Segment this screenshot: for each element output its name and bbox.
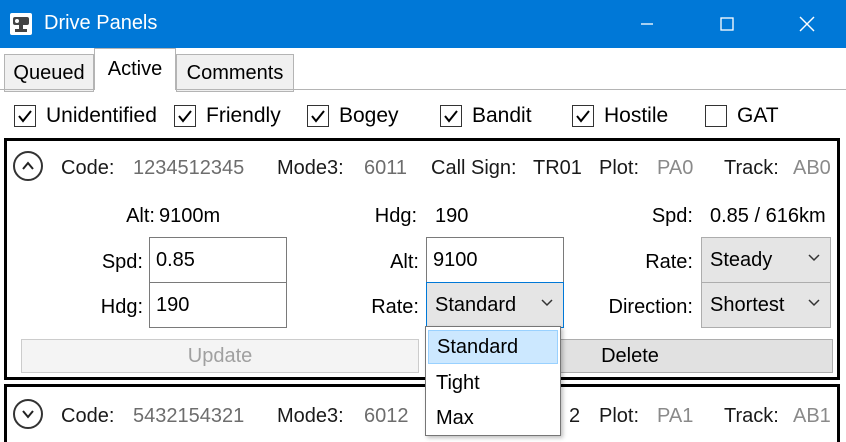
checkbox-checked-icon[interactable] bbox=[440, 105, 462, 127]
code-label: Code: bbox=[61, 157, 115, 179]
alt-input[interactable] bbox=[426, 237, 564, 283]
tab-queued[interactable]: Queued bbox=[4, 54, 94, 92]
filter-hostile[interactable]: Hostile bbox=[572, 102, 668, 130]
track-value: AB0 bbox=[793, 157, 831, 179]
mode3-label: Mode3: bbox=[277, 405, 344, 427]
satellite-dish-icon bbox=[10, 13, 32, 35]
plot-value: PA1 bbox=[657, 405, 694, 427]
title-bar[interactable]: Drive Panels bbox=[0, 0, 846, 48]
combo-value: Shortest bbox=[710, 293, 785, 316]
plot-value: PA0 bbox=[657, 157, 694, 179]
hdg-input[interactable] bbox=[149, 282, 287, 328]
track-label: Track: bbox=[724, 405, 779, 427]
filter-label: Hostile bbox=[604, 104, 669, 127]
filter-friendly[interactable]: Friendly bbox=[174, 102, 281, 130]
filter-unidentified[interactable]: Unidentified bbox=[14, 102, 157, 130]
filter-bandit[interactable]: Bandit bbox=[440, 102, 532, 130]
track-label: Track: bbox=[724, 157, 779, 179]
filter-label: Bogey bbox=[339, 104, 399, 127]
track-panel: Code: 5432154321 Mode3: 6012 2 Plot: PA1… bbox=[4, 384, 840, 442]
window-title: Drive Panels bbox=[44, 12, 158, 34]
filter-gat[interactable]: GAT bbox=[705, 102, 779, 130]
filter-label: GAT bbox=[737, 104, 779, 127]
combo-value: Steady bbox=[710, 248, 773, 271]
collapse-toggle[interactable] bbox=[13, 151, 43, 181]
status-alt-label: Alt: bbox=[126, 205, 155, 227]
callsign-value: TR01 bbox=[533, 157, 582, 179]
tab-strip: Queued Active Comments bbox=[0, 48, 846, 92]
minimize-button[interactable] bbox=[624, 0, 670, 48]
expand-toggle[interactable] bbox=[13, 399, 43, 429]
rate-dropdown-list: Standard Tight Max bbox=[425, 326, 561, 436]
status-hdg-label: Hdg: bbox=[374, 205, 417, 227]
spd-input[interactable] bbox=[149, 237, 287, 283]
dropdown-option-max[interactable]: Max bbox=[428, 401, 558, 435]
status-spd-label: Spd: bbox=[651, 205, 693, 227]
checkbox-checked-icon[interactable] bbox=[14, 105, 36, 127]
rate-steady-combo[interactable]: Steady bbox=[701, 237, 831, 283]
filter-label: Unidentified bbox=[46, 104, 157, 127]
filter-label: Friendly bbox=[206, 104, 281, 127]
plot-label: Plot: bbox=[599, 405, 640, 427]
checkbox-checked-icon[interactable] bbox=[307, 105, 329, 127]
combo-value: Standard bbox=[435, 293, 517, 316]
chevron-down-icon bbox=[808, 299, 820, 307]
callsign-partial: 2 bbox=[569, 405, 581, 427]
chevron-down-icon bbox=[22, 410, 34, 419]
checkbox-checked-icon[interactable] bbox=[572, 105, 594, 127]
tab-comments[interactable]: Comments bbox=[176, 54, 294, 92]
direction-combo[interactable]: Shortest bbox=[701, 282, 831, 328]
checkbox-checked-icon[interactable] bbox=[174, 105, 196, 127]
hdg-label: Hdg: bbox=[100, 296, 143, 318]
dropdown-option-standard[interactable]: Standard bbox=[428, 330, 558, 364]
update-button[interactable]: Update bbox=[21, 339, 419, 373]
alt-label: Alt: bbox=[390, 251, 419, 273]
maximize-icon bbox=[720, 17, 734, 31]
chevron-down-icon bbox=[808, 254, 820, 262]
filter-bar: Unidentified Friendly Bogey Bandit Hosti… bbox=[0, 102, 846, 130]
chevron-up-icon bbox=[22, 161, 34, 170]
minimize-icon bbox=[641, 23, 653, 25]
filter-bogey[interactable]: Bogey bbox=[307, 102, 399, 130]
dropdown-option-tight[interactable]: Tight bbox=[428, 366, 558, 400]
checkbox-unchecked-icon[interactable] bbox=[705, 105, 727, 127]
mode3-label: Mode3: bbox=[277, 157, 344, 179]
status-spd-value: 0.85 / 616km bbox=[710, 205, 826, 227]
mode3-value: 6012 bbox=[364, 405, 409, 427]
mode3-value: 6011 bbox=[364, 157, 408, 179]
maximize-button[interactable] bbox=[704, 0, 750, 48]
track-value: AB1 bbox=[793, 405, 831, 427]
plot-label: Plot: bbox=[599, 157, 640, 179]
status-alt-value: 9100m bbox=[159, 205, 221, 227]
close-icon bbox=[799, 16, 815, 32]
code-label: Code: bbox=[61, 405, 115, 427]
close-button[interactable] bbox=[784, 0, 830, 48]
rate-standard-combo[interactable]: Standard bbox=[426, 282, 564, 328]
spd-label: Spd: bbox=[101, 251, 143, 273]
tab-active[interactable]: Active bbox=[94, 48, 176, 90]
rate-label: Rate: bbox=[645, 251, 693, 273]
track-panel: Code: 1234512345 Mode3: 6011 Call Sign: … bbox=[4, 138, 840, 380]
filter-label: Bandit bbox=[472, 104, 532, 127]
rate-label: Rate: bbox=[371, 296, 419, 318]
status-hdg-value: 190 bbox=[435, 205, 469, 227]
code-value: 5432154321 bbox=[133, 405, 245, 427]
callsign-label: Call Sign: bbox=[431, 157, 517, 179]
code-value: 1234512345 bbox=[133, 157, 245, 179]
chevron-down-icon bbox=[541, 299, 553, 307]
direction-label: Direction: bbox=[608, 296, 693, 318]
